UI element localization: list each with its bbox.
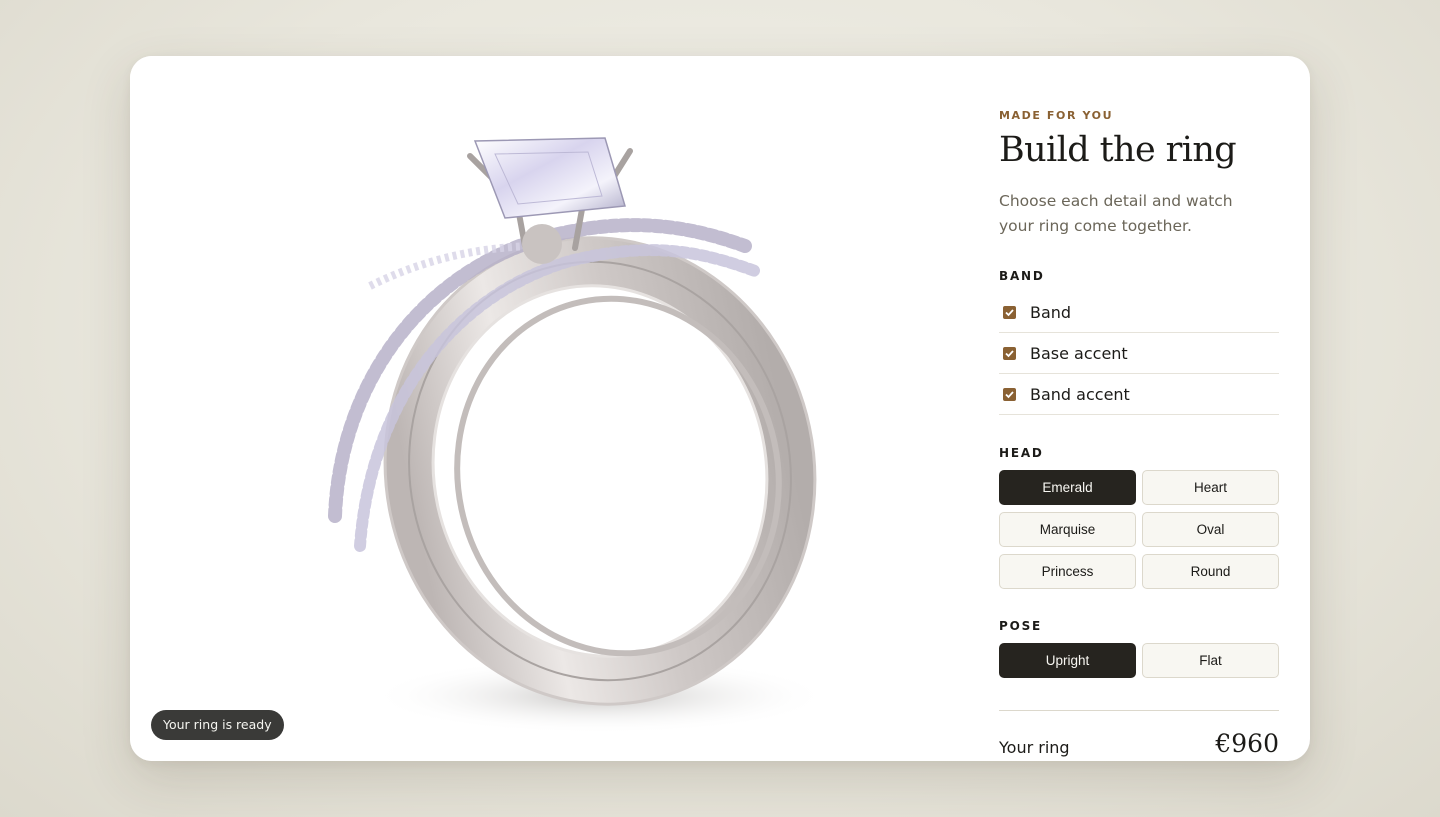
pose-section-label: POSE bbox=[999, 619, 1043, 633]
toggle-base-accent-label: Base accent bbox=[1030, 344, 1128, 363]
ring-builder-card: Your ring is ready MADE FOR YOU Build th… bbox=[130, 56, 1310, 761]
page-subtitle: Choose each detail and watch your ring c… bbox=[999, 192, 1233, 235]
head-option-princess[interactable]: Princess bbox=[999, 554, 1136, 589]
toggle-base-accent[interactable]: Base accent bbox=[999, 334, 1279, 374]
config-panel: MADE FOR YOU Build the ring Choose each … bbox=[999, 56, 1279, 761]
check-icon bbox=[1005, 391, 1014, 399]
checkbox-band-accent[interactable] bbox=[1003, 388, 1016, 401]
eyebrow-label: MADE FOR YOU bbox=[999, 109, 1114, 122]
toggle-band-label: Band bbox=[1030, 303, 1072, 322]
head-option-round[interactable]: Round bbox=[1142, 554, 1279, 589]
summary-divider bbox=[999, 710, 1279, 711]
ring-preview[interactable]: Your ring is ready bbox=[130, 56, 950, 761]
checkbox-band[interactable] bbox=[1003, 306, 1016, 319]
head-section-label: HEAD bbox=[999, 446, 1044, 460]
head-option-marquise[interactable]: Marquise bbox=[999, 512, 1136, 547]
check-icon bbox=[1005, 350, 1014, 358]
band-section-label: BAND bbox=[999, 269, 1045, 283]
toggle-band-accent[interactable]: Band accent bbox=[999, 375, 1279, 415]
toggle-band-accent-label: Band accent bbox=[1030, 385, 1130, 404]
pose-option-upright[interactable]: Upright bbox=[999, 643, 1136, 678]
check-icon bbox=[1005, 309, 1014, 317]
pose-option-flat[interactable]: Flat bbox=[1142, 643, 1279, 678]
head-option-heart[interactable]: Heart bbox=[1142, 470, 1279, 505]
page-title: Build the ring bbox=[999, 130, 1237, 170]
toggle-band[interactable]: Band bbox=[999, 293, 1279, 333]
head-option-oval[interactable]: Oval bbox=[1142, 512, 1279, 547]
summary-price: €960 bbox=[1215, 729, 1279, 758]
ready-status-pill: Your ring is ready bbox=[151, 710, 284, 740]
ring-image bbox=[328, 137, 830, 734]
head-option-emerald[interactable]: Emerald bbox=[999, 470, 1136, 505]
checkbox-base-accent[interactable] bbox=[1003, 347, 1016, 360]
summary-label: Your ring bbox=[999, 738, 1070, 757]
